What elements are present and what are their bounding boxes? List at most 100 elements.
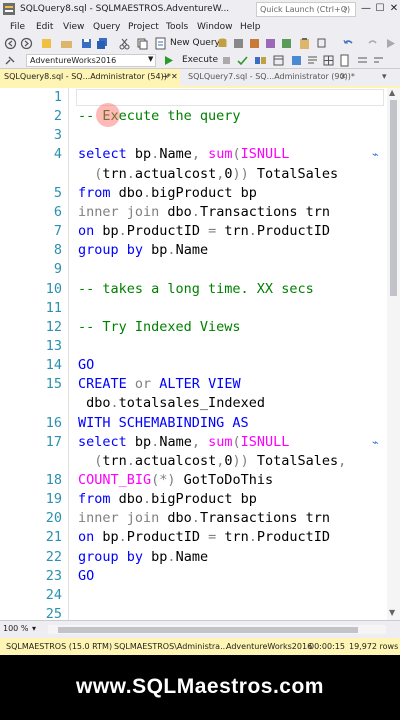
horizontal-scroll-thumb[interactable]: [58, 627, 358, 633]
code-token: Transactions trn: [199, 510, 330, 527]
code-line[interactable]: (trn.actualcost,0)) TotalSales: [0, 165, 400, 184]
menu-help[interactable]: Help: [240, 22, 261, 32]
include-plan-icon[interactable]: [290, 54, 303, 67]
xmla-query-icon[interactable]: [280, 37, 293, 50]
paste-icon[interactable]: [298, 37, 311, 50]
chevron-down-icon[interactable]: ▾: [32, 624, 36, 633]
code-text: (trn.actualcost,0)) TotalSales,: [78, 452, 346, 471]
code-line[interactable]: 16 WITH SCHEMABINDING AS: [0, 414, 400, 433]
code-line[interactable]: 19 from dbo.bigProduct bp: [0, 490, 400, 509]
code-line[interactable]: dbo.totalsales_Indexed: [0, 394, 400, 413]
code-token: .: [167, 242, 176, 259]
code-line[interactable]: 12 -- Try Indexed Views: [0, 318, 400, 337]
menu-query[interactable]: Query: [93, 22, 120, 32]
menu-project[interactable]: Project: [128, 22, 159, 32]
code-line[interactable]: 20 inner join dbo.Transactions trn: [0, 509, 400, 528]
menu-view[interactable]: View: [63, 22, 84, 32]
results-to-file-icon[interactable]: [338, 54, 351, 67]
code-line[interactable]: 23 GO: [0, 567, 400, 586]
code-line[interactable]: 21 on bp.ProductID = trn.ProductID: [0, 528, 400, 547]
comment-out-icon[interactable]: [356, 54, 369, 67]
code-line[interactable]: 4 select bp.Name, sum(ISNULL ⌁: [0, 145, 400, 164]
search-icon[interactable]: ⌕: [343, 4, 348, 14]
code-line[interactable]: 5 from dbo.bigProduct bp: [0, 184, 400, 203]
new-project-icon[interactable]: [40, 37, 53, 50]
close-tab-icon[interactable]: ✕: [171, 72, 178, 81]
close-tab-icon[interactable]: ✕: [340, 72, 347, 81]
cancel-query-icon[interactable]: [220, 54, 233, 67]
results-to-text-icon[interactable]: [306, 54, 319, 67]
code-line[interactable]: 2 -- Execute the query: [0, 107, 400, 126]
sql-editor[interactable]: 1 2 -- Execute the query 3 4 select bp.Name, …: [0, 88, 400, 620]
tab-overflow-dropdown-icon[interactable]: ▾: [382, 72, 387, 82]
code-token: ISNULL: [240, 433, 290, 450]
code-token: (: [232, 433, 241, 450]
code-line[interactable]: 7 on bp.ProductID = trn.ProductID: [0, 222, 400, 241]
code-line[interactable]: 15 CREATE or ALTER VIEW: [0, 375, 400, 394]
code-line[interactable]: 13: [0, 337, 400, 356]
code-line[interactable]: 3: [0, 126, 400, 145]
code-line[interactable]: 1: [0, 88, 400, 107]
code-token: bp: [134, 146, 152, 163]
display-estimated-plan-icon[interactable]: [254, 54, 267, 67]
back-icon[interactable]: [4, 37, 17, 50]
maximize-button[interactable]: ☐: [373, 0, 387, 19]
code-line[interactable]: 24: [0, 586, 400, 605]
menu-file[interactable]: File: [10, 22, 25, 32]
tab-sqlquery7[interactable]: SQLQuery7.sql - SQ...Administrator (90))…: [184, 69, 355, 86]
results-to-grid-icon[interactable]: [322, 54, 335, 67]
dmx-query-icon[interactable]: [264, 37, 277, 50]
vertical-scrollbar[interactable]: ▲ ▼: [387, 88, 400, 620]
undo-icon[interactable]: [342, 37, 355, 50]
code-line[interactable]: 25: [0, 605, 400, 620]
cut-icon[interactable]: [118, 37, 131, 50]
parse-icon[interactable]: [236, 54, 249, 67]
available-databases-select[interactable]: AdventureWorks2016: [26, 54, 156, 67]
forward-icon[interactable]: [20, 37, 33, 50]
open-file-icon[interactable]: [60, 37, 73, 50]
new-query-icon[interactable]: [154, 37, 167, 50]
line-number: 17: [45, 433, 62, 450]
tab-sqlquery8[interactable]: SQLQuery8.sql - SQ...Administrator (54))…: [0, 69, 180, 86]
code-line[interactable]: 6 inner join dbo.Transactions trn: [0, 203, 400, 222]
chevron-down-icon[interactable]: ▼: [148, 55, 153, 63]
code-line[interactable]: 14 GO: [0, 356, 400, 375]
uncomment-icon[interactable]: [372, 54, 385, 67]
code-token: ISNULL: [240, 146, 290, 163]
copy-dup-icon[interactable]: [316, 37, 329, 50]
analysis-query-icon[interactable]: [232, 37, 245, 50]
menu-tools[interactable]: Tools: [166, 22, 188, 32]
code-line[interactable]: 22 group by bp.Name: [0, 548, 400, 567]
query-designer-icon[interactable]: [272, 54, 285, 67]
execute-button[interactable]: Execute: [182, 55, 218, 65]
copy-icon[interactable]: [136, 37, 149, 50]
code-line[interactable]: 18 COUNT_BIG(*) GotToDoThis: [0, 471, 400, 490]
quick-action-icon[interactable]: ⌁: [372, 433, 379, 452]
scroll-down-icon[interactable]: ▼: [389, 608, 395, 617]
code-line[interactable]: (trn.actualcost,0)) TotalSales,: [0, 452, 400, 471]
start-icon[interactable]: [384, 37, 397, 50]
code-line[interactable]: 10 -- takes a long time. XX secs: [0, 280, 400, 299]
mdx-query-icon[interactable]: [248, 37, 261, 50]
database-engine-query-icon[interactable]: [216, 37, 229, 50]
quick-action-icon[interactable]: ⌁: [372, 145, 379, 164]
vertical-scroll-thumb[interactable]: [390, 100, 397, 296]
minimize-button[interactable]: —: [359, 0, 373, 19]
code-line[interactable]: 9: [0, 260, 400, 279]
new-query-button[interactable]: New Query: [170, 38, 220, 48]
code-line[interactable]: 17 select bp.Name, sum(ISNULL ⌁: [0, 433, 400, 452]
zoom-level-select[interactable]: 100 %: [3, 624, 28, 633]
code-line[interactable]: 8 group by bp.Name: [0, 241, 400, 260]
pin-icon[interactable]: ⊸: [162, 72, 169, 81]
quick-launch-input[interactable]: Quick Launch (Ctrl+Q): [256, 2, 356, 17]
save-all-icon[interactable]: [96, 37, 109, 50]
save-icon[interactable]: [80, 37, 93, 50]
code-line[interactable]: 11: [0, 299, 400, 318]
connect-icon[interactable]: [4, 54, 17, 67]
menu-edit[interactable]: Edit: [36, 22, 53, 32]
execute-icon[interactable]: [162, 54, 175, 67]
redo-icon[interactable]: [366, 37, 379, 50]
close-button[interactable]: ✕: [387, 0, 400, 19]
scroll-up-icon[interactable]: ▲: [389, 88, 395, 97]
menu-window[interactable]: Window: [197, 22, 233, 32]
